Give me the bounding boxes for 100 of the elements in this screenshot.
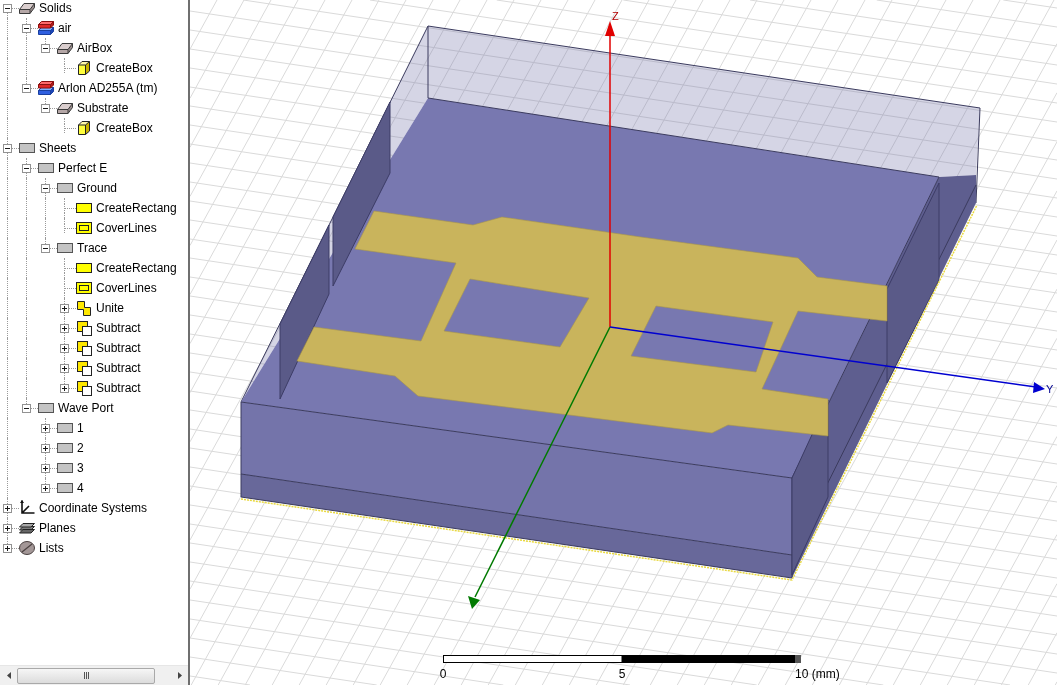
tree-item[interactable]: 4 — [77, 481, 84, 495]
minus-icon — [24, 168, 29, 169]
step-shape-icon — [77, 300, 91, 316]
tree-item[interactable]: CreateRectang — [96, 201, 177, 215]
tree-item[interactable]: Substrate — [77, 101, 129, 115]
rectangle-icon — [57, 463, 73, 473]
grip-icon — [83, 672, 89, 679]
plus-icon — [43, 466, 48, 471]
tree-toggle[interactable] — [41, 244, 50, 253]
tree-toggle[interactable] — [22, 164, 31, 173]
tree-item[interactable]: Sheets — [39, 141, 77, 155]
tree-item[interactable]: Lists — [39, 541, 64, 555]
tree-toggle[interactable] — [41, 104, 50, 113]
rectangle-icon — [57, 423, 73, 433]
tree-toggle[interactable] — [3, 524, 12, 533]
scale-label: 0 — [439, 667, 447, 681]
tree-item[interactable]: 3 — [77, 461, 84, 475]
tree-toggle[interactable] — [60, 304, 69, 313]
tree-toggle[interactable] — [3, 544, 12, 553]
rectangle-icon — [38, 163, 54, 173]
tree-item[interactable]: Unite — [96, 301, 124, 315]
tree-item[interactable]: Solids — [39, 1, 72, 15]
slab-icon — [57, 102, 73, 114]
framed-rectangle-icon — [76, 222, 92, 234]
minus-icon — [5, 8, 10, 9]
overlapping-squares-icon — [76, 380, 92, 396]
framed-rectangle-icon — [76, 282, 92, 294]
tree-item[interactable]: 1 — [77, 421, 84, 435]
minus-icon — [24, 28, 29, 29]
rectangle-icon — [57, 183, 73, 193]
minus-icon — [24, 88, 29, 89]
slab-icon — [57, 42, 73, 54]
tree-item[interactable]: Perfect E — [58, 161, 108, 175]
tree-toggle[interactable] — [60, 384, 69, 393]
tree-toggle[interactable] — [41, 424, 50, 433]
overlapping-squares-icon — [76, 340, 92, 356]
tree-toggle[interactable] — [60, 344, 69, 353]
axes-icon — [19, 500, 35, 516]
tree-toggle[interactable] — [60, 364, 69, 373]
tree-item[interactable]: air — [58, 21, 72, 35]
tree-item[interactable]: Subtract — [96, 361, 141, 375]
overlapping-squares-icon — [76, 320, 92, 336]
tree-item[interactable]: Wave Port — [58, 401, 114, 415]
tree-item[interactable]: Trace — [77, 241, 108, 255]
tree-item[interactable]: CreateRectang — [96, 261, 177, 275]
tree-toggle[interactable] — [41, 464, 50, 473]
plus-icon — [5, 506, 10, 511]
tree-item[interactable]: AirBox — [77, 41, 113, 55]
slab-icon — [19, 2, 35, 14]
tree-toggle[interactable] — [3, 504, 12, 513]
plus-icon — [5, 546, 10, 551]
rectangle-icon — [38, 403, 54, 413]
tree-toggle[interactable] — [22, 84, 31, 93]
tree-toggle[interactable] — [22, 24, 31, 33]
rectangle-icon — [76, 203, 92, 213]
scroll-thumb[interactable] — [17, 667, 155, 684]
horizontal-scrollbar[interactable] — [0, 665, 188, 685]
rectangle-icon — [57, 243, 73, 253]
tree-item[interactable]: Subtract — [96, 381, 141, 395]
rectangle-icon — [76, 263, 92, 273]
tree-item[interactable]: CoverLines — [96, 221, 157, 235]
tree-item[interactable]: Arlon AD255A (tm) — [58, 81, 158, 95]
stacked-slabs-icon — [38, 81, 54, 95]
scale-label: 10 (mm) — [795, 667, 840, 681]
tree-item[interactable]: Coordinate Systems — [39, 501, 148, 515]
cube-icon — [78, 61, 90, 75]
rectangle-icon — [57, 483, 73, 493]
plus-icon — [43, 426, 48, 431]
tree-item[interactable]: CreateBox — [96, 61, 153, 75]
tree-toggle[interactable] — [41, 444, 50, 453]
plus-icon — [43, 446, 48, 451]
plus-icon — [5, 526, 10, 531]
tree-item[interactable]: 2 — [77, 441, 84, 455]
tree-item[interactable]: Planes — [39, 521, 76, 535]
rectangle-icon — [19, 143, 35, 153]
z-axis-label: Z — [612, 10, 619, 22]
stacked-planes-icon — [19, 522, 35, 534]
tree-toggle[interactable] — [41, 44, 50, 53]
tree-toggle[interactable] — [60, 324, 69, 333]
minus-icon — [5, 148, 10, 149]
plus-icon — [62, 346, 67, 351]
plus-icon — [62, 326, 67, 331]
tree-item[interactable]: Ground — [77, 181, 118, 195]
tree-item[interactable]: CoverLines — [96, 281, 157, 295]
tree-item[interactable]: Subtract — [96, 341, 141, 355]
overlapping-squares-icon — [76, 360, 92, 376]
tree-toggle[interactable] — [41, 184, 50, 193]
plus-icon — [62, 306, 67, 311]
tree-item[interactable]: Subtract — [96, 321, 141, 335]
rectangle-icon — [57, 443, 73, 453]
right-arrow-icon — [177, 672, 182, 679]
tree-toggle[interactable] — [41, 484, 50, 493]
tree-toggle[interactable] — [3, 144, 12, 153]
tree-toggle[interactable] — [3, 4, 12, 13]
minus-icon — [43, 48, 48, 49]
plus-icon — [43, 486, 48, 491]
minus-icon — [43, 188, 48, 189]
tree-item[interactable]: CreateBox — [96, 121, 153, 135]
tree-toggle[interactable] — [22, 404, 31, 413]
minus-icon — [43, 108, 48, 109]
